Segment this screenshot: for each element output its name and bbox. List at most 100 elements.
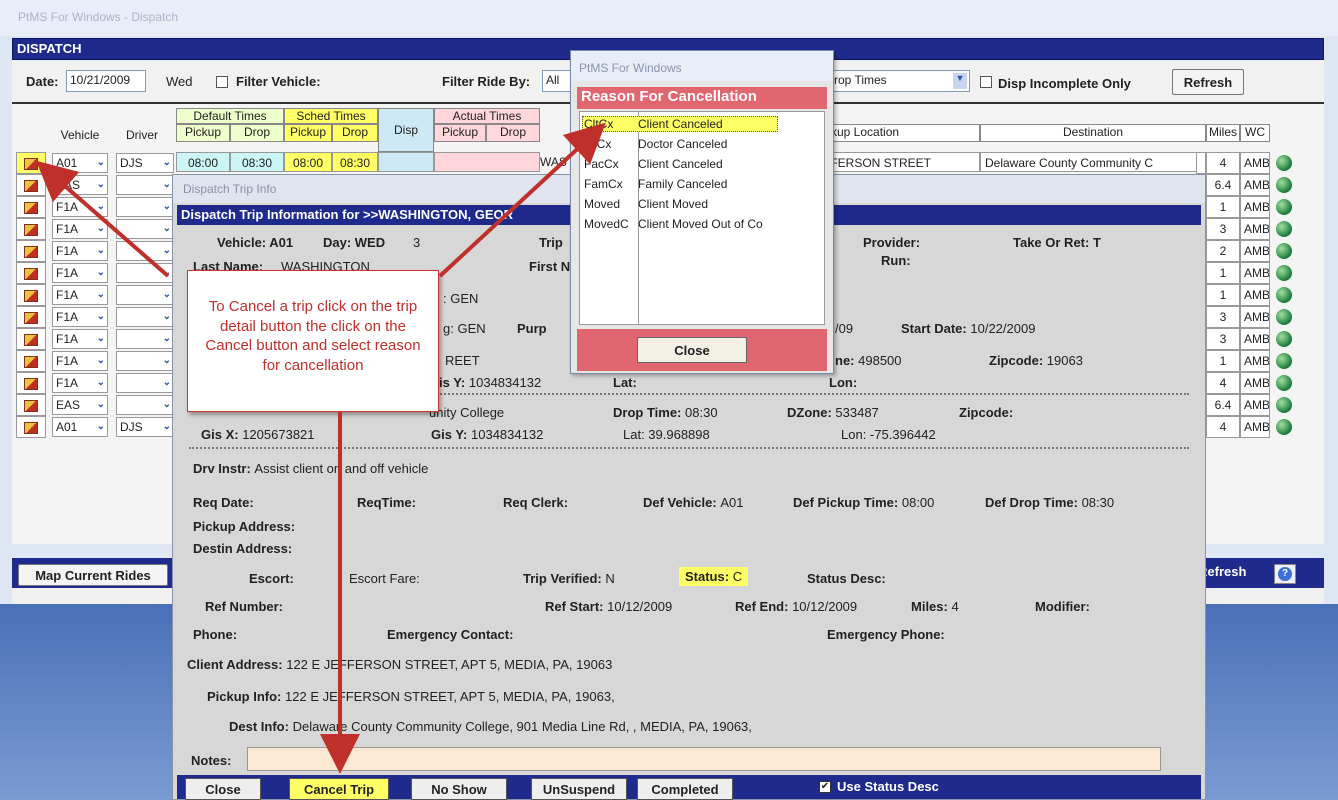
notes-input[interactable] (247, 747, 1161, 771)
vehicle-select[interactable]: F1A ⌄ (52, 285, 108, 305)
header-wc: WC (1240, 124, 1270, 142)
vehicle-select[interactable]: EAS ⌄ (52, 395, 108, 415)
vehicle-value: EAS (56, 398, 81, 412)
chevron-down-icon: ⌄ (162, 267, 171, 278)
chevron-down-icon: ⌄ (96, 355, 105, 366)
driver-select[interactable]: ⌄ (116, 373, 174, 393)
map-globe-icon[interactable] (1276, 199, 1292, 215)
trip-detail-icon (24, 158, 38, 170)
run-label: Run: (881, 253, 911, 268)
trip-detail-button[interactable] (16, 306, 46, 328)
filter-vehicle-checkbox[interactable] (216, 76, 228, 88)
vehicle-select[interactable]: F1A ⌄ (52, 373, 108, 393)
ref-start-label: Ref Start: 10/12/2009 (545, 599, 673, 614)
map-globe-icon[interactable] (1276, 221, 1292, 237)
map-globe-icon[interactable] (1276, 155, 1292, 171)
vehicle-value: A01 (56, 420, 78, 434)
map-globe-icon[interactable] (1276, 331, 1292, 347)
vehicle-select[interactable]: F1A ⌄ (52, 329, 108, 349)
chevron-down-icon[interactable]: ▼ (953, 73, 967, 89)
map-globe-icon[interactable] (1276, 419, 1292, 435)
map-current-rides-button[interactable]: Map Current Rides (18, 564, 168, 586)
driver-select[interactable]: ⌄ (116, 285, 174, 305)
map-globe-icon[interactable] (1276, 375, 1292, 391)
driver-select[interactable]: ⌄ (116, 175, 174, 195)
miles-cell: 4 (1206, 416, 1240, 438)
vehicle-select[interactable]: F1A ⌄ (52, 219, 108, 239)
use-status-desc-checkbox[interactable]: ✔ (819, 781, 831, 793)
reason-item[interactable]: FamCx Family Canceled (584, 177, 727, 191)
completed-button[interactable]: Completed (637, 778, 733, 800)
chevron-down-icon: ⌄ (96, 289, 105, 300)
driver-select[interactable]: ⌄ (116, 241, 174, 261)
reason-item[interactable]: MovedC Client Moved Out of Co (584, 217, 763, 231)
vehicle-select[interactable]: F1A ⌄ (52, 307, 108, 327)
map-globe-icon[interactable] (1276, 287, 1292, 303)
driver-select[interactable]: ⌄ (116, 307, 174, 327)
map-globe-icon[interactable] (1276, 243, 1292, 259)
trip-detail-button[interactable] (16, 394, 46, 416)
vehicle-select[interactable]: EAS ⌄ (52, 175, 108, 195)
trip-detail-button[interactable] (16, 152, 46, 174)
vehicle-select[interactable]: F1A ⌄ (52, 197, 108, 217)
vehicle-select[interactable]: F1A ⌄ (52, 263, 108, 283)
cancel-trip-button[interactable]: Cancel Trip (289, 778, 389, 800)
status-field: Status: C (679, 567, 749, 586)
chevron-down-icon: ⌄ (96, 377, 105, 388)
map-globe-icon[interactable] (1276, 177, 1292, 193)
wc-cell: AMB (1240, 328, 1270, 350)
trip-detail-button[interactable] (16, 350, 46, 372)
trip-detail-button[interactable] (16, 372, 46, 394)
chevron-down-icon: ⌄ (162, 157, 171, 168)
refresh-button[interactable]: Refresh (1172, 69, 1244, 95)
trip-detail-button[interactable] (16, 240, 46, 262)
reason-item[interactable]: Moved Client Moved (584, 197, 708, 211)
trip-detail-button[interactable] (16, 196, 46, 218)
times-select[interactable]: rop Times ▼ (830, 70, 970, 92)
reason-item[interactable]: CltCx Client Canceled (584, 117, 723, 131)
vehicle-select[interactable]: A01 ⌄ (52, 417, 108, 437)
trip-detail-button[interactable] (16, 174, 46, 196)
map-globe-icon[interactable] (1276, 309, 1292, 325)
driver-select[interactable]: ⌄ (116, 351, 174, 371)
vehicle-value: EAS (56, 178, 81, 192)
vehicle-select[interactable]: F1A ⌄ (52, 241, 108, 261)
trip-detail-button[interactable] (16, 262, 46, 284)
driver-select[interactable]: ⌄ (116, 197, 174, 217)
reason-item[interactable]: DrCx Doctor Canceled (584, 137, 727, 151)
driver-select[interactable]: DJS ⌄ (116, 417, 174, 437)
unsuspend-button[interactable]: UnSuspend (531, 778, 627, 800)
trip-detail-button[interactable] (16, 218, 46, 240)
def-pickup-time-label: Def Pickup Time: 08:00 (793, 495, 935, 510)
vehicle-select[interactable]: F1A ⌄ (52, 351, 108, 371)
trip-detail-button[interactable] (16, 416, 46, 438)
reason-item[interactable]: FacCx Client Canceled (584, 157, 723, 171)
chevron-down-icon: ⌄ (162, 201, 171, 212)
driver-select[interactable]: ⌄ (116, 219, 174, 239)
reason-close-button[interactable]: Close (637, 337, 747, 363)
driver-select[interactable]: ⌄ (116, 329, 174, 349)
disp-incomplete-checkbox[interactable] (980, 76, 992, 88)
row-fragment (1196, 152, 1206, 174)
req-clerk-label: Req Clerk: (503, 495, 569, 510)
date-input[interactable]: 10/21/2009 (66, 70, 146, 92)
trip-detail-button[interactable] (16, 284, 46, 306)
fragment-date: /09 (835, 321, 854, 336)
wc-cell: AMB (1240, 284, 1270, 306)
close-button[interactable]: Close (185, 778, 261, 800)
map-globe-icon[interactable] (1276, 265, 1292, 281)
chevron-down-icon: ⌄ (162, 333, 171, 344)
wc-cell: AMB (1240, 372, 1270, 394)
vehicle-field: Vehicle: A01 (217, 235, 294, 250)
map-globe-icon[interactable] (1276, 353, 1292, 369)
trip-detail-button[interactable] (16, 328, 46, 350)
driver-select[interactable]: DJS ⌄ (116, 153, 174, 173)
vehicle-select[interactable]: A01 ⌄ (52, 153, 108, 173)
help-button[interactable]: ? (1274, 564, 1296, 584)
miles-label: Miles: 4 (911, 599, 959, 614)
reason-desc: Family Canceled (638, 177, 728, 191)
no-show-button[interactable]: No Show (411, 778, 507, 800)
map-globe-icon[interactable] (1276, 397, 1292, 413)
driver-select[interactable]: ⌄ (116, 263, 174, 283)
driver-select[interactable]: ⌄ (116, 395, 174, 415)
